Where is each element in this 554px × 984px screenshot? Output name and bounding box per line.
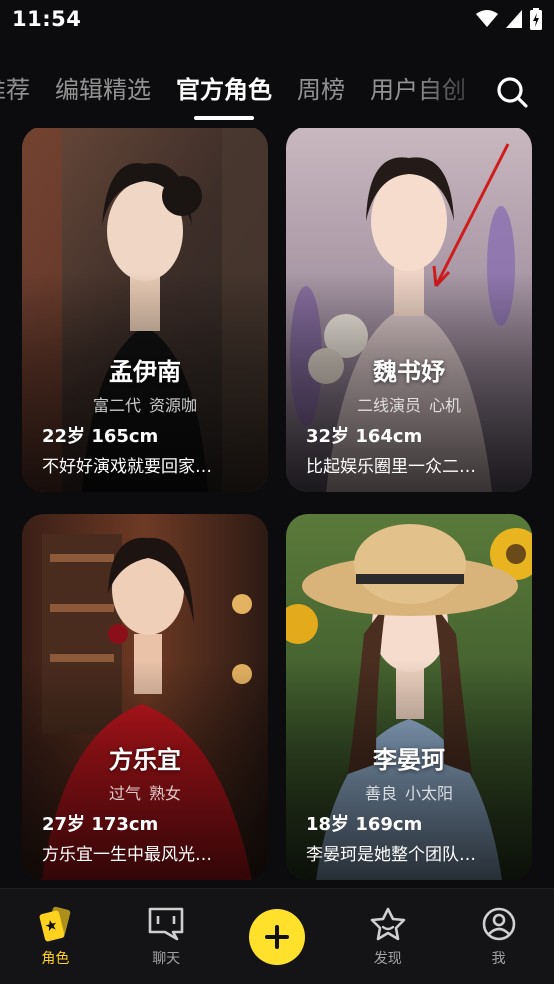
character-tags: 过气 熟女 <box>22 780 268 804</box>
nav-label: 发现 <box>373 950 402 967</box>
character-name: 李晏珂 <box>373 746 445 774</box>
status-icons <box>476 8 542 30</box>
wifi-icon <box>476 10 498 27</box>
character-description: 比起娱乐圈里一众二… <box>306 457 476 477</box>
cards-icon <box>39 906 71 941</box>
nav-chat[interactable]: 聊天 <box>121 906 211 968</box>
create-button[interactable] <box>248 908 305 965</box>
bottom-navigation: 角色 聊天 发现 我 <box>0 888 554 984</box>
character-card-fang-leyi[interactable]: 方乐宜 过气 熟女 27岁 173cm 方乐宜一生中最风光… <box>22 514 268 880</box>
character-tag: 富二代 <box>92 396 141 415</box>
character-description: 方乐宜一生中最风光… <box>42 845 212 865</box>
character-stats: 22岁 165cm <box>42 426 159 447</box>
character-description: 不好好演戏就要回家… <box>42 457 212 477</box>
tab-weekly-ranking[interactable]: 周榜 <box>297 64 345 116</box>
character-description: 李晏珂是她整个团队… <box>306 845 476 865</box>
character-tags: 富二代 资源咖 <box>22 392 268 416</box>
plus-icon <box>264 924 289 949</box>
character-tag: 熟女 <box>149 784 182 803</box>
character-tag: 过气 <box>108 784 141 803</box>
character-stats: 18岁 169cm <box>306 814 423 835</box>
character-name: 孟伊南 <box>109 358 181 386</box>
tab-official-characters[interactable]: 官方角色 <box>176 64 272 116</box>
app-screen: 11:54 推荐 编辑精选 官方角色 周榜 用户自创 <box>0 0 554 984</box>
nav-label: 我 <box>491 950 506 967</box>
signal-icon <box>506 10 522 28</box>
character-card-li-yanke[interactable]: 李晏珂 善良 小太阳 18岁 169cm 李晏珂是她整个团队… <box>286 514 532 880</box>
character-tag: 善良 <box>364 784 397 803</box>
character-tags: 善良 小太阳 <box>286 780 532 804</box>
tab-editor-picks[interactable]: 编辑精选 <box>55 64 151 116</box>
character-tag: 二线演员 <box>356 396 421 415</box>
character-name: 方乐宜 <box>109 746 181 774</box>
search-button[interactable] <box>492 72 532 112</box>
character-name: 魏书妤 <box>373 358 445 386</box>
character-stats: 27岁 173cm <box>42 814 159 835</box>
character-card-meng-yinan[interactable]: 孟伊南 富二代 资源咖 22岁 165cm 不好好演戏就要回家… <box>22 128 268 492</box>
nav-label: 角色 <box>41 950 70 967</box>
nav-characters[interactable]: 角色 <box>10 906 100 968</box>
nav-discover[interactable]: 发现 <box>343 906 433 968</box>
tabs-fade <box>414 64 554 120</box>
battery-icon <box>530 8 542 30</box>
character-tag: 心机 <box>429 396 462 415</box>
chat-icon <box>148 907 184 940</box>
nav-create[interactable] <box>232 908 322 965</box>
search-icon <box>497 77 528 108</box>
user-icon <box>482 907 515 940</box>
status-time: 11:54 <box>12 7 82 31</box>
tab-recommend[interactable]: 推荐 <box>0 64 30 116</box>
character-tag: 资源咖 <box>149 396 198 415</box>
nav-label: 聊天 <box>152 950 181 967</box>
category-tabs: 推荐 编辑精选 官方角色 周榜 用户自创 <box>0 64 554 124</box>
nav-profile[interactable]: 我 <box>454 906 544 968</box>
character-stats: 32岁 164cm <box>306 426 423 447</box>
character-tag: 小太阳 <box>405 784 454 803</box>
character-tags: 二线演员 心机 <box>286 392 532 416</box>
status-bar: 11:54 <box>0 0 554 38</box>
character-card-wei-shuyu[interactable]: 魏书妤 二线演员 心机 32岁 164cm 比起娱乐圈里一众二… <box>286 128 532 492</box>
star-icon <box>370 907 406 940</box>
character-grid: 孟伊南 富二代 资源咖 22岁 165cm 不好好演戏就要回家… 魏书妤 二线演… <box>0 128 554 888</box>
